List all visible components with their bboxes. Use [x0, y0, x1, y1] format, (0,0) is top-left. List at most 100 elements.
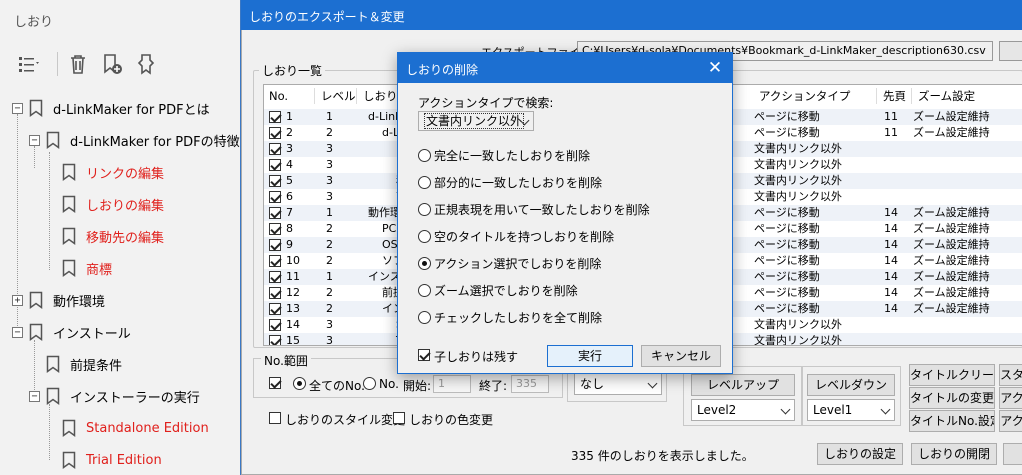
- color-change-checkbox[interactable]: [393, 412, 405, 424]
- row-checkbox[interactable]: [269, 271, 281, 283]
- level-down-select[interactable]: Level1: [807, 399, 895, 421]
- tree-item[interactable]: − d-LinkMaker for PDFとは: [12, 96, 210, 120]
- tree-item[interactable]: − インストーラーの実行: [29, 384, 200, 408]
- tree-item[interactable]: Standalone Edition: [45, 416, 209, 440]
- style-select[interactable]: なし: [574, 373, 662, 395]
- row-checkbox[interactable]: [269, 127, 281, 139]
- dialog-titlebar[interactable]: しおりの削除 ✕: [398, 53, 732, 83]
- title-no-button[interactable]: タイトルNo.設定: [909, 410, 995, 432]
- option-radio[interactable]: [418, 148, 431, 162]
- action-type-select[interactable]: 文書内リンク以外: [418, 111, 534, 131]
- tree-item[interactable]: 移動先の編集: [45, 224, 164, 248]
- end-input[interactable]: 335: [511, 375, 549, 393]
- style-button[interactable]: スタ: [999, 364, 1022, 386]
- row-checkbox[interactable]: [269, 319, 281, 331]
- delete-option[interactable]: チェックしたしおりを全て削除: [418, 309, 602, 325]
- delete-option[interactable]: アクション選択でしおりを削除: [418, 255, 601, 271]
- row-checkbox[interactable]: [269, 143, 281, 155]
- tree-item[interactable]: しおりの編集: [45, 192, 164, 216]
- expand-icon[interactable]: +: [12, 294, 23, 306]
- row-checkbox[interactable]: [269, 239, 281, 251]
- cell-zoom: ズーム設定維持: [913, 110, 990, 123]
- close-icon[interactable]: ✕: [704, 57, 726, 79]
- cell-page: 14: [884, 222, 898, 235]
- bookmark-settings-button[interactable]: しおりの設定: [817, 443, 903, 465]
- clipped-button[interactable]: [1003, 443, 1022, 465]
- option-radio[interactable]: [418, 310, 431, 324]
- browse-button[interactable]: [999, 41, 1022, 61]
- style-change-checkbox[interactable]: [269, 412, 281, 424]
- delete-option[interactable]: 正規表現を用いて一致したしおりを削除: [418, 201, 650, 217]
- cell-level: 2: [326, 238, 333, 251]
- tree-item[interactable]: 商標: [45, 256, 112, 280]
- option-radio[interactable]: [418, 256, 431, 270]
- tree-item[interactable]: − インストール: [12, 320, 131, 344]
- row-checkbox[interactable]: [269, 111, 281, 123]
- delete-option[interactable]: 空のタイトルを持つしおりを削除: [418, 228, 614, 244]
- delete-option[interactable]: 完全に一致したしおりを削除: [418, 147, 590, 163]
- keep-children-checkbox[interactable]: [418, 349, 430, 361]
- col-no[interactable]: No.: [264, 85, 288, 107]
- option-radio[interactable]: [418, 175, 431, 189]
- new-bookmark-icon[interactable]: [100, 52, 124, 76]
- level-down-button[interactable]: レベルダウン: [807, 374, 895, 396]
- tag-bookmark-icon[interactable]: [134, 52, 158, 76]
- option-label: 完全に一致したしおりを削除: [434, 148, 591, 163]
- option-radio[interactable]: [418, 283, 431, 297]
- row-checkbox[interactable]: [269, 287, 281, 299]
- action-button-1[interactable]: アク: [999, 387, 1022, 409]
- execute-button[interactable]: 実行: [547, 345, 633, 367]
- tree-item[interactable]: + 動作環境: [12, 288, 105, 312]
- cell-action: ページに移動: [754, 254, 820, 267]
- trash-icon[interactable]: [66, 52, 90, 76]
- tree-item[interactable]: 前提条件: [29, 352, 122, 376]
- tree-item[interactable]: リンクの編集: [45, 160, 164, 184]
- action-button-2[interactable]: アク: [999, 410, 1022, 432]
- row-checkbox[interactable]: [269, 223, 281, 235]
- col-zoom[interactable]: ズーム設定: [913, 85, 975, 107]
- level-up-button[interactable]: レベルアップ: [691, 374, 795, 396]
- row-checkbox[interactable]: [269, 303, 281, 315]
- option-radio[interactable]: [418, 202, 431, 216]
- collapse-icon[interactable]: −: [29, 390, 40, 402]
- collapse-icon[interactable]: −: [12, 102, 23, 114]
- row-checkbox[interactable]: [269, 191, 281, 203]
- cell-no: 6: [286, 190, 293, 203]
- delete-option[interactable]: ズーム選択でしおりを削除: [418, 282, 578, 298]
- delete-option[interactable]: 部分的に一致したしおりを削除: [418, 174, 602, 190]
- row-checkbox[interactable]: [269, 335, 281, 345]
- row-checkbox[interactable]: [269, 175, 281, 187]
- cell-page: 14: [884, 206, 898, 219]
- row-checkbox[interactable]: [269, 255, 281, 267]
- col-page[interactable]: 先頁: [878, 85, 906, 107]
- row-checkbox[interactable]: [269, 159, 281, 171]
- cell-action: ページに移動: [754, 206, 820, 219]
- all-no-radio[interactable]: [293, 377, 306, 390]
- cell-title: PC: [382, 222, 397, 235]
- cell-no: 9: [286, 238, 293, 251]
- tree-item[interactable]: − d-LinkMaker for PDFの特徴: [29, 128, 240, 152]
- no-range-checkbox[interactable]: [269, 377, 281, 389]
- title-change-button[interactable]: タイトルの変更: [909, 387, 995, 409]
- window-title: しおりのエクスポート＆変更: [249, 10, 405, 24]
- option-label: 空のタイトルを持つしおりを削除: [434, 229, 615, 244]
- title-clean-button[interactable]: タイトルクリーン: [909, 364, 995, 386]
- bookmark-icon: [29, 323, 43, 341]
- cancel-button[interactable]: キャンセル: [641, 345, 721, 367]
- collapse-icon[interactable]: −: [29, 134, 40, 146]
- tree-item[interactable]: Trial Edition: [45, 448, 162, 472]
- option-radio[interactable]: [418, 229, 431, 243]
- col-action[interactable]: アクションタイプ: [754, 85, 850, 107]
- level-up-select[interactable]: Level2: [691, 399, 795, 421]
- collapse-icon[interactable]: −: [12, 326, 23, 338]
- window-titlebar[interactable]: しおりのエクスポート＆変更: [241, 0, 1022, 30]
- bookmark-icon: [46, 387, 60, 405]
- bookmark-expand-button[interactable]: しおりの開閉: [911, 443, 997, 465]
- col-level[interactable]: レベル: [316, 85, 356, 107]
- no-radio[interactable]: [363, 377, 376, 390]
- tree-item-label: インストール: [53, 326, 131, 342]
- start-input[interactable]: 1: [433, 375, 471, 393]
- cell-zoom: ズーム設定維持: [913, 206, 990, 219]
- options-menu-icon[interactable]: [16, 52, 40, 76]
- row-checkbox[interactable]: [269, 207, 281, 219]
